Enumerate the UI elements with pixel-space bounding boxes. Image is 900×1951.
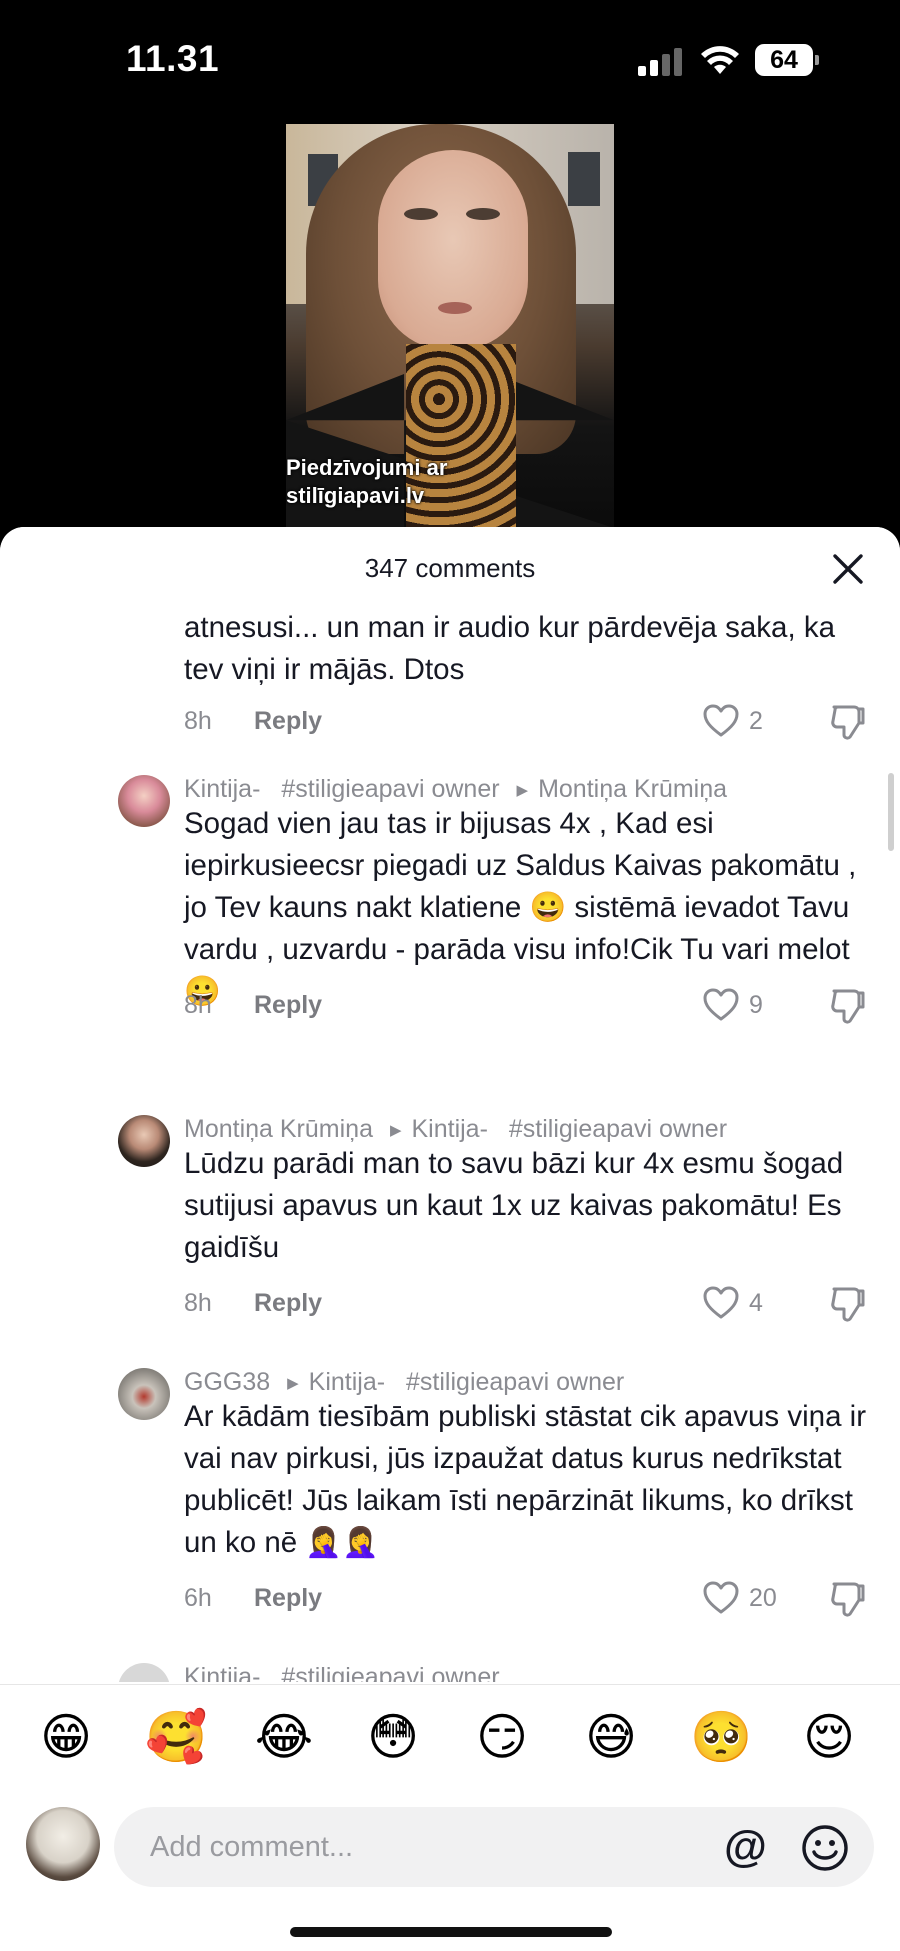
my-avatar[interactable] — [26, 1807, 100, 1881]
comments-sheet: atnesusi... un man ir audio kur pārdevēj… — [0, 527, 900, 1951]
emoji-grin-button[interactable]: 😁 — [36, 1707, 96, 1767]
emoji-tears-of-joy-button[interactable]: 😂 — [254, 1707, 314, 1767]
emoji-smiling-hearts-button[interactable]: 🥰 — [145, 1707, 207, 1767]
home-indicator[interactable] — [290, 1927, 612, 1937]
heart-icon[interactable] — [702, 1285, 740, 1321]
avatar[interactable] — [118, 775, 170, 827]
emoji-picker-icon[interactable] — [800, 1823, 850, 1873]
reply-button[interactable]: Reply — [254, 1289, 322, 1318]
reply-arrow-icon: ▶ — [389, 1122, 402, 1139]
comment-actions: 8h Reply 4 — [184, 1283, 874, 1323]
like-count: 4 — [749, 1289, 763, 1317]
heart-icon[interactable] — [702, 703, 740, 739]
battery-icon: 64 — [755, 44, 819, 76]
avatar[interactable] — [118, 1115, 170, 1167]
comment-time: 8h — [184, 1289, 212, 1317]
comment-time: 8h — [184, 991, 212, 1019]
video-caption: Piedzīvojumi ar stilīgiapavi.lv — [286, 454, 526, 510]
reply-arrow-icon: ▶ — [516, 782, 529, 799]
thumbs-down-icon[interactable] — [828, 987, 866, 1025]
comment-meta: GGG38 ▶ Kintija- #stiligieapavi owner — [184, 1368, 624, 1397]
emoji-flushed-button[interactable]: 😳 — [363, 1707, 423, 1767]
emoji-smirk-button[interactable]: 😏 — [472, 1707, 532, 1767]
video-caption-line: stilīgiapavi.lv — [286, 483, 425, 508]
reply-to-user[interactable]: Kintija- — [309, 1368, 385, 1396]
video-caption-line: Piedzīvojumi ar — [286, 455, 448, 480]
comment-time: 6h — [184, 1584, 212, 1612]
comment-meta: Kintija- #stiligieapavi owner ▶ Montiņa K… — [184, 775, 727, 804]
heart-icon[interactable] — [702, 1580, 740, 1616]
comment-actions: 6h Reply 20 — [184, 1578, 874, 1618]
status-time: 11.31 — [126, 38, 220, 79]
comment-body: Lūdzu parādi man to savu bāzi kur 4x esm… — [184, 1147, 844, 1264]
emoji-relieved-button[interactable]: 😌 — [799, 1707, 859, 1767]
video-preview[interactable]: Piedzīvojumi ar stilīgiapavi.lv — [286, 124, 614, 528]
comment-actions: 8h Reply 9 — [184, 985, 874, 1025]
battery-level: 64 — [755, 44, 813, 76]
comment-author[interactable]: Kintija- — [184, 775, 260, 803]
comment-author[interactable]: Montiņa Krūmiņa — [184, 1115, 373, 1143]
status-bar: 11.31 64 — [0, 0, 900, 120]
comment-composer: @ — [0, 1797, 900, 1907]
like-count: 20 — [749, 1584, 777, 1612]
emoji-quick-bar: 😁 🥰 😂 😳 😏 😅 🥺 😌 — [0, 1684, 900, 1797]
mention-button[interactable]: @ — [724, 1819, 767, 1875]
comment-body: atnesusi... un man ir audio kur pārdevēj… — [184, 611, 836, 686]
like-count: 9 — [749, 991, 763, 1019]
heart-icon[interactable] — [702, 987, 740, 1023]
comment-actions: 8h Reply 2 — [184, 701, 874, 741]
author-tag: #stiligieapavi owner — [406, 1368, 625, 1396]
sheet-header: 347 comments — [0, 527, 900, 603]
comments-count-title: 347 comments — [364, 553, 536, 583]
emoji-pleading-button[interactable]: 🥺 — [690, 1707, 752, 1767]
comments-list[interactable]: atnesusi... un man ir audio kur pārdevēj… — [0, 527, 900, 1682]
comment-body: Sogad vien jau tas ir bijusas 4x , Kad e… — [184, 807, 857, 1008]
thumbs-down-icon[interactable] — [828, 1580, 866, 1618]
comment-meta: Montiņa Krūmiņa ▶ Kintija- #stiligieapavi… — [184, 1115, 727, 1144]
like-count: 2 — [749, 707, 763, 735]
wifi-icon — [701, 46, 739, 74]
avatar[interactable] — [118, 1663, 170, 1682]
comment-meta: Kintija- #stiligieapavi owner — [184, 1663, 500, 1682]
reply-button[interactable]: Reply — [254, 707, 322, 736]
reply-to-user[interactable]: Montiņa Krūmiņa — [538, 775, 727, 803]
reply-button[interactable]: Reply — [254, 991, 322, 1020]
reply-to-user[interactable]: Kintija- — [411, 1115, 487, 1143]
scrollbar[interactable] — [888, 773, 894, 851]
comment-body: Ar kādām tiesībām publiski stāstat cik a… — [184, 1400, 867, 1559]
reply-arrow-icon: ▶ — [287, 1375, 299, 1392]
emoji-sweat-smile-button[interactable]: 😅 — [581, 1707, 641, 1767]
reply-button[interactable]: Reply — [254, 1584, 322, 1613]
author-tag: #stiligieapavi owner — [281, 775, 500, 803]
author-tag: #stiligieapavi owner — [508, 1115, 728, 1143]
cellular-signal-icon — [638, 46, 684, 76]
thumbs-down-icon[interactable] — [828, 1285, 866, 1323]
comment-time: 8h — [184, 707, 212, 735]
comment-author[interactable]: Kintija- — [184, 1663, 260, 1682]
avatar[interactable] — [118, 1368, 170, 1420]
thumbs-down-icon[interactable] — [828, 703, 866, 741]
comment-author[interactable]: GGG38 — [184, 1368, 270, 1396]
author-tag: #stiligieapavi owner — [281, 1663, 500, 1682]
close-icon[interactable] — [830, 551, 866, 587]
